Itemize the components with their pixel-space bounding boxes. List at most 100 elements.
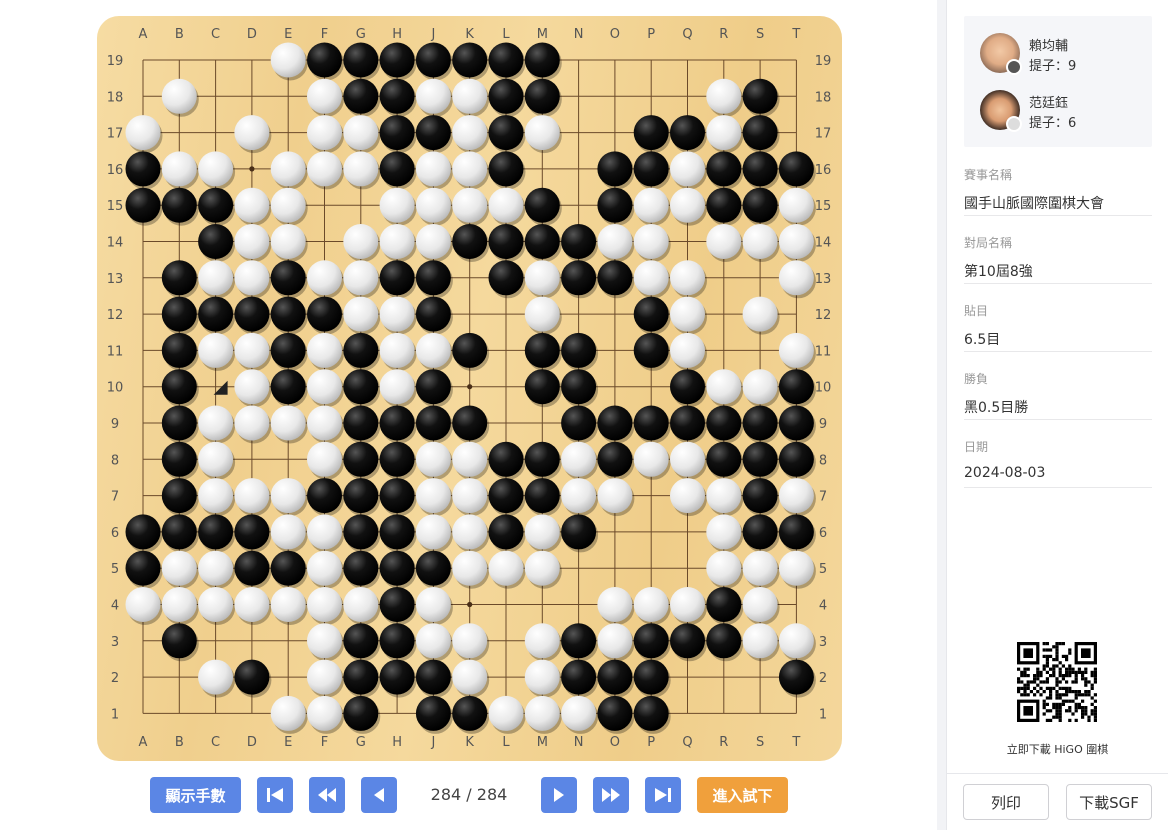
black-stone <box>198 224 234 259</box>
black-stone <box>379 623 415 659</box>
black-stone <box>488 441 524 477</box>
white-stone <box>234 369 270 405</box>
row-label: 11 <box>815 344 832 359</box>
row-label: 14 <box>815 236 832 251</box>
column-label: A <box>139 27 148 42</box>
black-stone <box>270 296 306 332</box>
column-label: T <box>791 27 800 42</box>
white-stone <box>307 695 342 731</box>
black-stone <box>343 332 379 368</box>
row-label: 15 <box>107 199 124 214</box>
column-label: Q <box>682 27 692 42</box>
black-stone <box>778 369 814 405</box>
black-stone <box>597 441 633 477</box>
black-stone <box>125 151 161 187</box>
first-move-icon <box>267 788 283 802</box>
white-stone <box>742 587 778 622</box>
column-label: E <box>284 735 292 750</box>
row-label: 11 <box>107 344 124 359</box>
black-stone <box>307 296 342 332</box>
white-stone <box>524 115 560 151</box>
black-stone <box>742 405 778 441</box>
white-stone <box>415 441 451 477</box>
row-label: 9 <box>819 417 827 432</box>
row-label: 2 <box>819 671 827 686</box>
black-stone <box>778 441 814 477</box>
white-stone <box>452 115 488 151</box>
column-label: Q <box>682 735 692 750</box>
black-stone <box>488 42 524 78</box>
black-stone <box>633 151 669 187</box>
black-stone <box>488 478 524 514</box>
black-stone <box>270 550 306 586</box>
black-stone <box>670 369 705 405</box>
white-stone <box>524 659 560 695</box>
black-stone <box>343 78 379 114</box>
black-stone <box>125 187 161 223</box>
row-label: 12 <box>107 308 124 323</box>
black-stone <box>343 441 379 477</box>
column-label: M <box>537 27 548 42</box>
black-stone <box>343 695 379 731</box>
white-stone <box>198 405 234 441</box>
white-stone <box>597 224 633 259</box>
info-value: 黑0.5目勝 <box>964 400 1029 416</box>
white-stone <box>670 441 705 477</box>
black-stone <box>597 695 633 731</box>
white-stone <box>307 151 342 187</box>
white-stone <box>270 405 306 441</box>
white-stone <box>270 187 306 223</box>
go-board[interactable]: A A B B C C D D E E F F G G H H J J K K L L M M N N O O P P Q Q R R S S T T 19… <box>97 16 842 761</box>
black-stone <box>742 478 778 514</box>
black-stone <box>379 550 415 586</box>
column-label: J <box>430 27 435 42</box>
column-label: H <box>392 735 402 750</box>
row-label: 19 <box>107 54 124 69</box>
black-stone <box>415 42 451 78</box>
black-stone <box>379 78 415 114</box>
white-stone <box>452 550 488 586</box>
black-stone <box>415 115 451 151</box>
white-stone <box>307 115 342 151</box>
go-board-canvas[interactable]: AABBCCDDEEFFGGHHJJKKLLMMNNOOPPQQRRSSTT19… <box>97 16 842 761</box>
download-sgf-button[interactable]: 下載SGF <box>1066 784 1152 820</box>
black-stone <box>524 42 560 78</box>
column-label: R <box>719 27 728 42</box>
info-result: 勝負 黑0.5目勝 <box>964 370 1152 420</box>
white-stone <box>561 695 597 731</box>
column-label: F <box>321 27 328 42</box>
black-stone <box>198 514 234 550</box>
black-stone <box>270 369 306 405</box>
white-stone <box>633 441 669 477</box>
white-stone <box>234 587 270 622</box>
rewind-button[interactable] <box>309 777 345 813</box>
info-label: 賽事名稱 <box>964 168 1013 182</box>
black-stone <box>343 405 379 441</box>
row-label: 1 <box>111 707 119 722</box>
row-label: 8 <box>111 453 119 468</box>
white-stone <box>343 260 379 296</box>
info-label: 對局名稱 <box>964 236 1013 250</box>
black-stone <box>161 514 197 550</box>
try-play-button[interactable]: 進入試下 <box>697 777 788 813</box>
white-stone <box>307 441 342 477</box>
next-move-button[interactable] <box>541 777 577 813</box>
white-stone <box>778 623 814 659</box>
qr-caption: 立即下載 HiGO 圍棋 <box>1006 743 1109 756</box>
show-move-numbers-button[interactable]: 顯示手數 <box>150 777 241 813</box>
print-button[interactable]: 列印 <box>963 784 1049 820</box>
column-label: B <box>175 27 184 42</box>
white-stone <box>379 332 415 368</box>
white-stone <box>452 514 488 550</box>
fast-forward-button[interactable] <box>593 777 629 813</box>
qr-code-icon[interactable] <box>1017 642 1097 722</box>
white-stone <box>561 478 597 514</box>
first-move-button[interactable] <box>257 777 293 813</box>
white-stone <box>415 478 451 514</box>
row-label: 2 <box>111 671 119 686</box>
white-stone <box>270 587 306 622</box>
prev-move-button[interactable] <box>361 777 397 813</box>
last-move-button[interactable] <box>645 777 681 813</box>
black-stone <box>234 514 270 550</box>
white-stone <box>379 296 415 332</box>
